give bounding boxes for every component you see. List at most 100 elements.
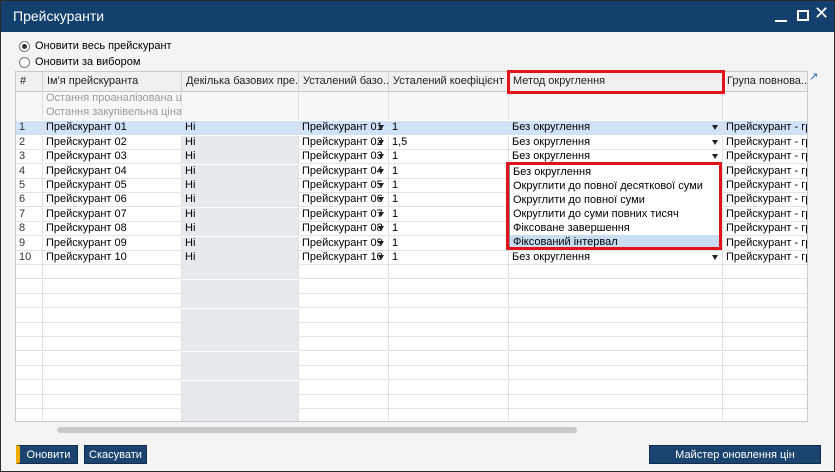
dropdown-arrow-icon[interactable] <box>378 211 384 217</box>
dropdown-arrow-icon[interactable] <box>712 139 718 145</box>
dropdown-arrow-icon[interactable] <box>712 125 718 131</box>
default-base-cell[interactable]: Прейскурант 01 <box>299 121 389 136</box>
default-factor-cell-text: 1 <box>392 207 399 220</box>
dropdown-arrow-icon[interactable] <box>712 154 718 160</box>
default-base-cell[interactable]: Прейскурант 02 <box>299 135 389 150</box>
dropdown-option[interactable]: Округлити до повної суми <box>510 193 719 207</box>
dropdown-option[interactable]: Фіксоване завершення <box>510 221 719 235</box>
price-list-name[interactable]: Прейскурант 01 <box>43 121 182 136</box>
default-factor-cell[interactable]: 1 <box>389 150 509 165</box>
price-list-name[interactable]: Прейскурант 05 <box>43 178 182 193</box>
default-base-cell[interactable]: Прейскурант 08 <box>299 222 389 237</box>
dropdown-arrow-icon[interactable] <box>378 240 384 246</box>
default-base-cell[interactable]: Прейскурант 10 <box>299 250 389 265</box>
radio-update-selected[interactable]: Оновити за вибором <box>19 54 172 70</box>
table-row[interactable]: 2 Прейскурант 02 Ні Прейскурант 02 1,5 Без ок… <box>16 135 807 150</box>
horizontal-scrollbar[interactable] <box>57 427 577 433</box>
column-header[interactable]: Усталений коефіцієнт <box>389 72 509 92</box>
radio-button-checked[interactable] <box>19 40 30 52</box>
rounding-method-cell[interactable]: Без округлення <box>509 135 723 150</box>
default-base-cell[interactable]: Прейскурант 09 <box>299 236 389 251</box>
column-header[interactable]: Усталений базо... <box>299 72 389 92</box>
dropdown-arrow-icon[interactable] <box>378 139 384 145</box>
default-factor-cell[interactable]: 1 <box>389 121 509 136</box>
dropdown-arrow-icon[interactable] <box>378 125 384 131</box>
dropdown-option[interactable]: Округлити до повної десяткової суми <box>510 179 719 193</box>
price-list-name[interactable]: Прейскурант 07 <box>43 207 182 222</box>
price-list-name[interactable]: Прейскурант 02 <box>43 135 182 150</box>
table-row[interactable]: 3 Прейскурант 03 Ні Прейскурант 03 1 Без окру… <box>16 150 807 165</box>
column-header[interactable]: Метод округлення <box>509 72 723 92</box>
default-base-cell[interactable]: Прейскурант 04 <box>299 164 389 179</box>
dropdown-option[interactable]: Фіксований інтервал <box>510 235 719 249</box>
default-base-cell[interactable]: Прейскурант 06 <box>299 193 389 208</box>
maximize-icon[interactable] <box>793 6 813 26</box>
authorization-group-cell[interactable]: Прейскурант - гр <box>723 165 807 179</box>
table-row[interactable]: 10 Прейскурант 10 Ні Прейскурант 10 1 Без окр… <box>16 250 807 265</box>
multiple-base-cell[interactable]: Ні <box>182 250 299 265</box>
empty-cell <box>43 337 182 352</box>
authorization-group-cell[interactable]: Прейскурант - гр <box>723 251 807 265</box>
dropdown-arrow-icon[interactable] <box>378 197 384 203</box>
column-header[interactable]: Ім'я прейскуранта <box>43 72 182 92</box>
multiple-base-cell[interactable]: Ні <box>182 135 299 150</box>
dropdown-arrow-icon[interactable] <box>378 182 384 188</box>
default-factor-cell[interactable]: 1 <box>389 222 509 237</box>
rounding-method-cell[interactable]: Без округлення <box>509 121 723 136</box>
multiple-base-cell[interactable]: Ні <box>182 150 299 165</box>
radio-update-all[interactable]: Оновити весь прейскурант <box>19 38 172 54</box>
expand-icon[interactable]: ↗ <box>809 71 821 83</box>
dropdown-option[interactable]: Округлити до суми повних тисяч <box>510 207 719 221</box>
close-icon[interactable]: ✕ <box>813 4 833 26</box>
default-factor-cell[interactable]: 1 <box>389 207 509 222</box>
column-header[interactable]: Декілька базових пре... <box>182 72 299 92</box>
authorization-group-cell[interactable]: Прейскурант - гр <box>723 222 807 236</box>
default-factor-cell[interactable]: 1 <box>389 236 509 251</box>
column-header[interactable]: # <box>16 72 43 92</box>
price-list-name[interactable]: Прейскурант 06 <box>43 193 182 208</box>
price-list-name[interactable]: Прейскурант 09 <box>43 236 182 251</box>
authorization-group-cell[interactable]: Прейскурант - гр <box>723 150 807 164</box>
authorization-group-cell[interactable]: Прейскурант - гр <box>723 193 807 207</box>
update-button[interactable]: Оновити <box>16 445 78 464</box>
dropdown-arrow-icon[interactable] <box>378 226 384 232</box>
price-list-name[interactable]: Прейскурант 08 <box>43 222 182 237</box>
multiple-base-cell[interactable]: Ні <box>182 193 299 208</box>
default-base-cell[interactable]: Прейскурант 03 <box>299 150 389 165</box>
default-factor-cell[interactable]: 1 <box>389 193 509 208</box>
price-list-name[interactable]: Прейскурант 10 <box>43 250 182 265</box>
default-base-cell[interactable]: Прейскурант 07 <box>299 207 389 222</box>
authorization-group-cell[interactable]: Прейскурант - гр <box>723 136 807 150</box>
dropdown-arrow-icon[interactable] <box>378 254 384 260</box>
default-factor-cell[interactable]: 1 <box>389 164 509 179</box>
authorization-group-cell[interactable]: Прейскурант - гр <box>723 208 807 222</box>
default-base-cell[interactable]: Прейскурант 05 <box>299 178 389 193</box>
dropdown-arrow-icon[interactable] <box>378 154 384 160</box>
multiple-base-cell[interactable]: Ні <box>182 236 299 251</box>
authorization-group-cell[interactable]: Прейскурант - гр <box>723 237 807 251</box>
column-header[interactable]: Група повнова... <box>723 72 807 92</box>
price-list-name[interactable]: Прейскурант 03 <box>43 150 182 165</box>
authorization-group-cell[interactable]: Прейскурант - гр <box>723 179 807 193</box>
price-list-name[interactable]: Прейскурант 04 <box>43 164 182 179</box>
default-factor-cell[interactable]: 1 <box>389 250 509 265</box>
authorization-group-cell[interactable]: Прейскурант - гр <box>723 121 807 136</box>
dropdown-arrow-icon[interactable] <box>712 254 718 260</box>
radio-button[interactable] <box>19 56 30 68</box>
dropdown-arrow-icon[interactable] <box>378 168 384 174</box>
empty-cell <box>389 351 509 366</box>
multiple-base-cell[interactable]: Ні <box>182 222 299 237</box>
default-factor-cell[interactable]: 1 <box>389 178 509 193</box>
price-update-wizard-button[interactable]: Майстер оновлення цін <box>649 445 821 464</box>
multiple-base-cell[interactable]: Ні <box>182 121 299 136</box>
rounding-method-cell[interactable]: Без округлення <box>509 250 723 265</box>
multiple-base-cell[interactable]: Ні <box>182 178 299 193</box>
default-factor-cell[interactable]: 1,5 <box>389 135 509 150</box>
minimize-icon[interactable] <box>771 6 791 26</box>
multiple-base-cell[interactable]: Ні <box>182 207 299 222</box>
table-row[interactable]: 1 Прейскурант 01 Ні Прейскурант 01 1 Без окру… <box>16 121 807 136</box>
rounding-method-cell[interactable]: Без округлення <box>509 150 723 165</box>
multiple-base-cell[interactable]: Ні <box>182 164 299 179</box>
dropdown-option[interactable]: Без округлення <box>510 165 719 179</box>
cancel-button[interactable]: Скасувати <box>84 445 147 464</box>
